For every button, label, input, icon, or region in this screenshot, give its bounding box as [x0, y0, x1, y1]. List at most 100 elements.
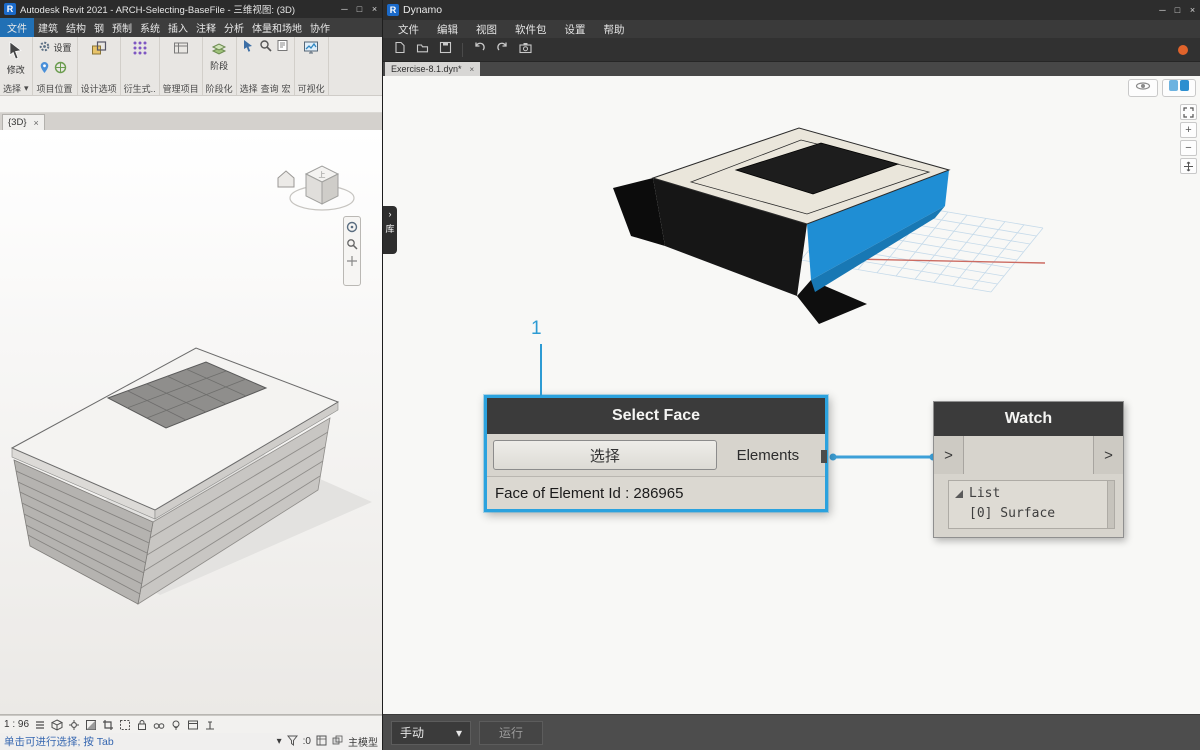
revit-status-bar: 单击可进行选择; 按 Tab ▾ :0 主模型: [0, 733, 382, 750]
minimize-button[interactable]: ─: [1155, 5, 1170, 15]
select-face-node-title[interactable]: Select Face: [487, 398, 825, 434]
ribbon-panel-generative-design: 衍生式..: [121, 37, 160, 95]
geometry-view-button[interactable]: [1128, 79, 1158, 97]
tab-file[interactable]: 文件: [0, 18, 34, 37]
design-option-icon[interactable]: [332, 735, 343, 749]
visual-style-icon[interactable]: [51, 718, 64, 731]
generative-design-button[interactable]: [130, 39, 150, 59]
minimize-button[interactable]: ─: [337, 4, 352, 14]
menu-packages[interactable]: 软件包: [506, 22, 556, 37]
maximize-button[interactable]: □: [1170, 5, 1185, 15]
location-pin-icon[interactable]: [38, 61, 51, 76]
workspace-tab[interactable]: Exercise-8.1.dyn* ×: [385, 62, 481, 76]
show-constraints-icon[interactable]: [204, 719, 216, 731]
tab-systems[interactable]: 系统: [136, 18, 164, 37]
coordinates-icon[interactable]: [54, 61, 67, 76]
view-control-bar: 1 : 96: [0, 715, 382, 733]
design-options-button[interactable]: [89, 39, 109, 59]
tab-insert[interactable]: 插入: [164, 18, 192, 37]
tab-precast[interactable]: 预制: [108, 18, 136, 37]
watch-node-title[interactable]: Watch: [934, 402, 1123, 436]
macro-tool-icon[interactable]: [276, 39, 289, 57]
chevron-down-icon[interactable]: ▾: [277, 736, 282, 747]
tab-massing-site[interactable]: 体量和场地: [248, 18, 306, 37]
new-file-icon[interactable]: [393, 41, 406, 59]
menu-settings[interactable]: 设置: [556, 22, 595, 37]
graph-geometry-toggle-button[interactable]: [1162, 79, 1196, 97]
revit-3d-viewport[interactable]: 上: [0, 130, 382, 715]
shadows-icon[interactable]: [85, 719, 97, 731]
tab-analyze[interactable]: 分析: [220, 18, 248, 37]
elements-output-port-label[interactable]: Elements: [717, 447, 819, 464]
dynamo-tab-bar: Exercise-8.1.dyn* ×: [383, 62, 1200, 76]
watch-output-port[interactable]: >: [1093, 436, 1123, 474]
maximize-button[interactable]: □: [352, 4, 367, 14]
watch-list-panel[interactable]: List [0] Surface: [948, 480, 1115, 529]
reveal-hidden-elements-icon[interactable]: [170, 719, 182, 731]
view-tab-close-icon[interactable]: ×: [34, 118, 39, 128]
active-design-option[interactable]: 主模型: [348, 734, 378, 749]
temporary-hide-isolate-icon[interactable]: [153, 719, 165, 731]
select-panel-label[interactable]: 选择 ▾: [3, 82, 29, 95]
fit-view-button[interactable]: [1180, 104, 1197, 120]
tab-annotate[interactable]: 注释: [192, 18, 220, 37]
manage-project-button[interactable]: [171, 39, 191, 59]
lock-3d-view-icon[interactable]: [136, 719, 148, 731]
tab-collaborate[interactable]: 协作: [306, 18, 334, 37]
open-file-icon[interactable]: [416, 41, 429, 59]
modify-button[interactable]: 修改: [4, 39, 28, 77]
scale-control[interactable]: 1 : 96: [4, 719, 29, 730]
phases-icon: [211, 40, 227, 58]
menu-file[interactable]: 文件: [389, 22, 428, 37]
crop-view-icon[interactable]: [102, 719, 114, 731]
pan-button[interactable]: [1180, 158, 1197, 174]
editable-only-icon[interactable]: [316, 735, 327, 749]
sun-path-icon[interactable]: [68, 719, 80, 731]
close-button[interactable]: ×: [1185, 5, 1200, 15]
show-crop-region-icon[interactable]: [119, 719, 131, 731]
home-icon[interactable]: [277, 170, 295, 188]
watch-list-scrollbar[interactable]: [1107, 481, 1114, 528]
close-button[interactable]: ×: [367, 4, 382, 14]
run-mode-dropdown[interactable]: 手动 ▾: [391, 720, 471, 745]
save-icon[interactable]: [439, 41, 452, 59]
select-tool-icon[interactable]: [242, 39, 255, 57]
pan-tool-icon[interactable]: [346, 255, 358, 267]
select-face-select-button[interactable]: 选择: [493, 440, 717, 470]
detail-level-icon[interactable]: [34, 719, 46, 731]
visualize-button[interactable]: [301, 39, 321, 59]
watch-node[interactable]: Watch > > List [0] Surface: [933, 401, 1124, 538]
workspace-tab-label: Exercise-8.1.dyn*: [391, 64, 462, 74]
notification-icon[interactable]: [1178, 45, 1188, 55]
redo-icon[interactable]: [496, 41, 509, 59]
revit-logo-icon: R: [4, 3, 16, 15]
query-tool-icon[interactable]: [259, 39, 272, 57]
view-tab-3d[interactable]: {3D} ×: [2, 114, 45, 130]
tab-structure[interactable]: 结构: [62, 18, 90, 37]
menu-view[interactable]: 视图: [467, 22, 506, 37]
steering-wheel-icon[interactable]: [346, 221, 358, 233]
dynamo-canvas[interactable]: › 库 + − 1 Select Face 选择 Elements Face o…: [383, 76, 1200, 714]
library-collapsed-tab[interactable]: › 库: [383, 206, 397, 254]
export-image-icon[interactable]: [519, 41, 532, 59]
settings-button[interactable]: 设置: [36, 39, 74, 56]
undo-icon[interactable]: [473, 41, 486, 59]
zoom-out-button[interactable]: −: [1180, 140, 1197, 156]
menu-help[interactable]: 帮助: [595, 22, 634, 37]
zoom-in-button[interactable]: +: [1180, 122, 1197, 138]
tab-steel[interactable]: 钢: [90, 18, 108, 37]
revit-ribbon: 修改 选择 ▾ 设置 项目位置 设计选项 衍生式.. 管理项目 阶段 阶段化 选…: [0, 37, 382, 96]
elements-output-port[interactable]: [821, 450, 827, 463]
select-face-node[interactable]: Select Face 选择 Elements Face of Element …: [484, 395, 828, 512]
run-button[interactable]: 运行: [479, 720, 543, 745]
list-expander-icon[interactable]: [955, 489, 963, 498]
phases-button[interactable]: 阶段: [208, 39, 230, 73]
tab-architecture[interactable]: 建筑: [34, 18, 62, 37]
temporary-view-properties-icon[interactable]: [187, 719, 199, 731]
workspace-tab-close-icon[interactable]: ×: [470, 65, 475, 74]
menu-edit[interactable]: 编辑: [428, 22, 467, 37]
zoom-tool-icon[interactable]: [346, 238, 358, 250]
watch-input-port[interactable]: >: [934, 436, 964, 474]
filter-icon[interactable]: [286, 735, 298, 749]
navigation-bar[interactable]: [343, 216, 361, 286]
